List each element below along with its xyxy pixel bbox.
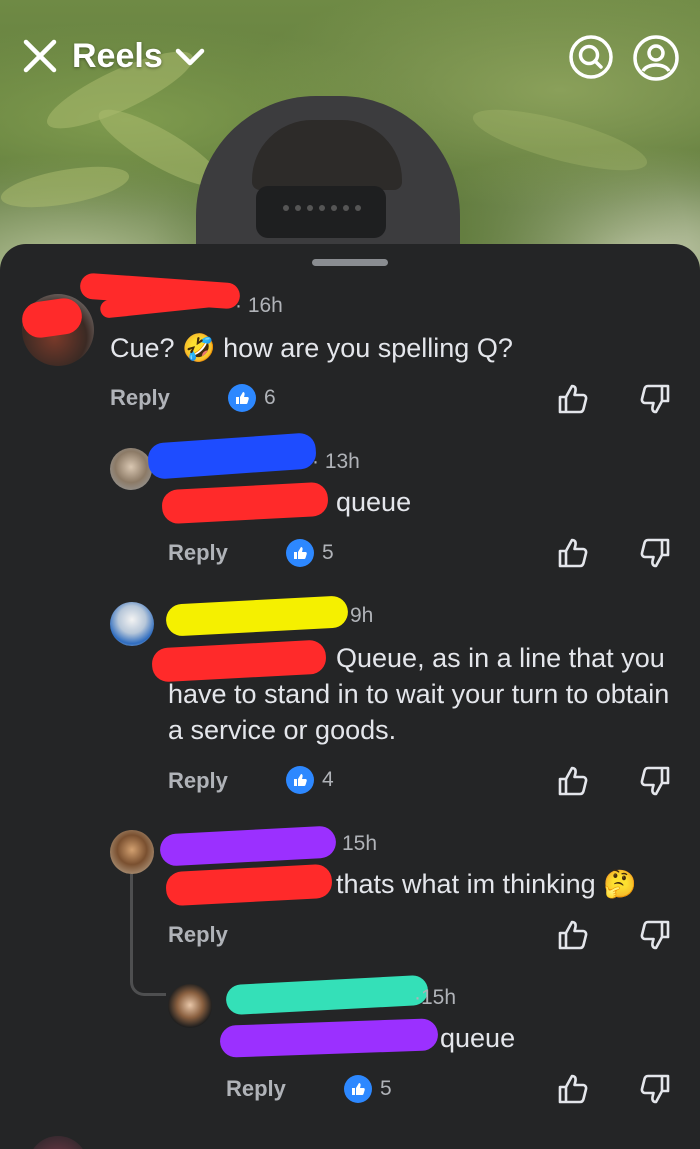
like-reaction-icon xyxy=(286,539,314,567)
reels-menu-button[interactable] xyxy=(170,42,210,72)
thumbs-down-icon xyxy=(640,766,670,796)
comment: · 13h queue Reply 5 xyxy=(0,432,700,594)
chevron-down-icon xyxy=(175,48,205,66)
profile-button[interactable] xyxy=(632,34,680,82)
comment-time: 9h xyxy=(350,604,374,627)
downvote-button[interactable] xyxy=(638,918,672,952)
reply-button[interactable]: Reply xyxy=(168,768,228,794)
comment: · 16h Cue? 🤣 how are you spelling Q? Rep… xyxy=(0,244,700,434)
close-button[interactable] xyxy=(20,36,60,76)
top-bar: Reels xyxy=(0,28,700,84)
downvote-button[interactable] xyxy=(638,1072,672,1106)
like-reaction-icon xyxy=(228,384,256,412)
avatar[interactable] xyxy=(110,830,154,874)
redacted-mention xyxy=(161,481,329,525)
reaction-summary[interactable]: 4 xyxy=(286,765,334,795)
upvote-button[interactable] xyxy=(556,382,590,416)
thumbs-down-icon xyxy=(640,1074,670,1104)
comment-text: thats what im thinking 🤔 xyxy=(336,869,637,899)
palm-leaf xyxy=(0,158,132,216)
like-count: 5 xyxy=(322,541,334,564)
search-icon xyxy=(569,35,613,79)
avatar[interactable] xyxy=(110,448,152,490)
reply-button[interactable]: Reply xyxy=(110,385,170,411)
comment-time: 15h xyxy=(342,832,378,855)
reply-button[interactable]: Reply xyxy=(226,1076,286,1102)
redacted-name xyxy=(165,595,349,637)
tree-leaf xyxy=(467,97,653,183)
comment-time: ·15h xyxy=(414,986,457,1009)
comment-text: Cue? 🤣 how are you spelling Q? xyxy=(110,333,513,363)
downvote-button[interactable] xyxy=(638,382,672,416)
like-count: 4 xyxy=(322,768,334,791)
reaction-summary[interactable]: 6 xyxy=(228,383,276,413)
page-title[interactable]: Reels xyxy=(72,36,163,76)
comment-text: queue xyxy=(336,487,412,517)
like-reaction-icon xyxy=(286,766,314,794)
comment: 9h Queue, as in a line that you have to … xyxy=(0,594,700,824)
search-button[interactable] xyxy=(568,34,614,80)
avatar[interactable] xyxy=(28,1136,88,1149)
upvote-button[interactable] xyxy=(556,1072,590,1106)
avatar[interactable] xyxy=(110,602,154,646)
thumbs-up-icon xyxy=(558,1074,588,1104)
thumbs-up-icon xyxy=(558,384,588,414)
redacted-mention xyxy=(165,863,333,907)
redacted-name xyxy=(159,825,337,867)
comment-text: Queue, as in a line that you have to sta… xyxy=(168,643,670,745)
comments-sheet: · 16h Cue? 🤣 how are you spelling Q? Rep… xyxy=(0,244,700,1149)
close-icon xyxy=(23,39,57,73)
upvote-button[interactable] xyxy=(556,918,590,952)
reaction-summary[interactable]: 5 xyxy=(344,1074,392,1104)
avatar[interactable] xyxy=(168,984,212,1028)
cap-strap xyxy=(256,186,386,238)
profile-icon xyxy=(633,35,679,81)
thumbs-down-icon xyxy=(640,538,670,568)
comment: ·15h queue Reply 5 xyxy=(0,974,700,1124)
comment-text: queue xyxy=(440,1023,516,1053)
redacted-name xyxy=(225,974,429,1016)
comment-time: · 13h xyxy=(312,450,360,473)
reply-button[interactable]: Reply xyxy=(168,540,228,566)
reaction-summary[interactable]: 5 xyxy=(286,538,334,568)
thumbs-up-icon xyxy=(558,920,588,950)
redacted-mention xyxy=(219,1018,439,1058)
upvote-button[interactable] xyxy=(556,536,590,570)
comment: 15h thats what im thinking 🤔 Reply xyxy=(0,824,700,974)
like-count: 6 xyxy=(264,386,276,409)
downvote-button[interactable] xyxy=(638,536,672,570)
like-reaction-icon xyxy=(344,1075,372,1103)
thumbs-down-icon xyxy=(640,384,670,414)
like-count: 5 xyxy=(380,1077,392,1100)
thumbs-down-icon xyxy=(640,920,670,950)
reply-button[interactable]: Reply xyxy=(168,922,228,948)
upvote-button[interactable] xyxy=(556,764,590,798)
redacted-name xyxy=(146,432,318,480)
thumbs-up-icon xyxy=(558,766,588,796)
comment-time: · 16h xyxy=(235,294,283,317)
thumbs-up-icon xyxy=(558,538,588,568)
downvote-button[interactable] xyxy=(638,764,672,798)
